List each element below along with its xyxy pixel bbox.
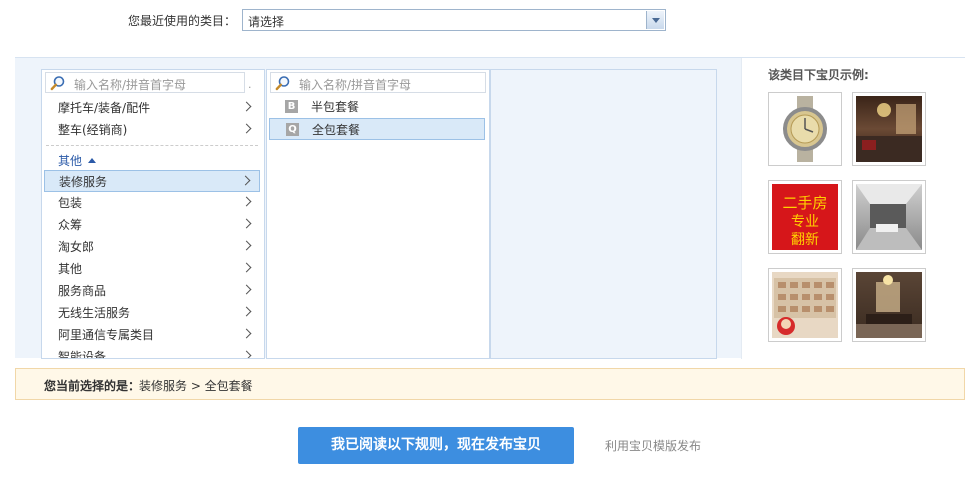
- subcategory-item[interactable]: B 半包套餐: [269, 96, 485, 118]
- chevron-right-icon: [241, 306, 252, 317]
- chevron-right-icon: [240, 175, 251, 186]
- recent-category-select[interactable]: 请选择: [242, 9, 666, 31]
- subcategory-item-label: 半包套餐: [311, 100, 360, 114]
- category-item-label: 阿里通信专属类目: [58, 328, 155, 342]
- current-selection-bar: 您当前选择的是： 装修服务 > 全包套餐: [15, 368, 965, 400]
- category-search-1[interactable]: 输入名称/拼音首字母: [45, 72, 245, 93]
- category-item[interactable]: 众筹: [44, 214, 260, 236]
- category-item-label: 整车(经销商): [58, 123, 128, 137]
- category-item-label: 众筹: [58, 218, 83, 232]
- category-item-label: 智能设备: [58, 350, 107, 359]
- renovation-ad-image: 二手房 专业 翻新: [772, 184, 838, 250]
- examples-panel: 该类目下宝贝示例: 二手房 专业 翻新: [741, 58, 965, 359]
- svg-text:二手房: 二手房: [782, 194, 827, 212]
- category-item[interactable]: 摩托车/装备/配件: [44, 97, 260, 119]
- example-thumbnail-watch[interactable]: [768, 92, 842, 166]
- example-thumbnail-ad[interactable]: 二手房 专业 翻新: [768, 180, 842, 254]
- category-item-label: 淘女郎: [58, 240, 95, 254]
- search-placeholder: 输入名称/拼音首字母: [299, 78, 412, 92]
- svg-text:专业: 专业: [791, 214, 819, 230]
- search-icon: [275, 76, 290, 91]
- examples-title: 该类目下宝贝示例:: [768, 68, 869, 82]
- category-item[interactable]: 阿里通信专属类目: [44, 324, 260, 346]
- subcategory-item-selected[interactable]: Q 全包套餐: [269, 118, 485, 140]
- example-thumbnail-showroom[interactable]: [768, 268, 842, 342]
- showroom-image: [772, 272, 838, 338]
- chevron-right-icon: [241, 101, 252, 112]
- category-column-3: [490, 69, 717, 359]
- publish-button[interactable]: 我已阅读以下规则，现在发布宝贝: [298, 427, 574, 464]
- category-column-2: 输入名称/拼音首字母 B 半包套餐 Q 全包套餐: [266, 69, 490, 359]
- svg-text:翻新: 翻新: [791, 232, 819, 248]
- category-column-1: 输入名称/拼音首字母 . 摩托车/装备/配件 整车(经销商) 其他 装修服务 包…: [41, 69, 265, 359]
- search-placeholder: 输入名称/拼音首字母: [74, 78, 187, 92]
- scroll-indicator: .: [248, 78, 252, 91]
- search-icon: [50, 76, 65, 91]
- subcategory-item-label: 全包套餐: [312, 123, 361, 137]
- divider: [46, 145, 258, 146]
- chevron-down-icon[interactable]: [646, 11, 664, 29]
- recent-category-value: 请选择: [248, 15, 285, 29]
- interior-image: [856, 96, 922, 162]
- category-selector: 输入名称/拼音首字母 . 摩托车/装备/配件 整车(经销商) 其他 装修服务 包…: [15, 57, 965, 359]
- chevron-right-icon: [241, 328, 252, 339]
- category-item-label: 其他: [58, 262, 83, 276]
- category-item[interactable]: 包装: [44, 192, 260, 214]
- chevron-right-icon: [241, 123, 252, 134]
- watch-image: [772, 96, 838, 162]
- category-item[interactable]: 服务商品: [44, 280, 260, 302]
- chevron-right-icon: [241, 262, 252, 273]
- category-item[interactable]: 淘女郎: [44, 236, 260, 258]
- other-group-toggle[interactable]: 其他: [58, 152, 97, 169]
- chevron-right-icon: [241, 196, 252, 207]
- category-item-label: 装修服务: [59, 175, 108, 189]
- category-search-2[interactable]: 输入名称/拼音首字母: [270, 72, 486, 93]
- chevron-right-icon: [241, 218, 252, 229]
- category-item-label: 包装: [58, 196, 83, 210]
- category-item-label: 摩托车/装备/配件: [58, 101, 151, 115]
- recent-category-label: 您最近使用的类目：: [128, 14, 237, 28]
- current-selection-path: 装修服务 > 全包套餐: [139, 379, 253, 393]
- interior-image: [856, 184, 922, 250]
- caret-up-icon: [88, 158, 97, 163]
- interior-image: [856, 272, 922, 338]
- category-item[interactable]: 整车(经销商): [44, 119, 260, 141]
- example-thumbnail-interior-3[interactable]: [852, 268, 926, 342]
- category-item[interactable]: 智能设备: [44, 346, 260, 359]
- template-publish-link[interactable]: 利用宝贝模版发布: [605, 437, 701, 454]
- category-item-selected[interactable]: 装修服务: [44, 170, 260, 192]
- category-item[interactable]: 其他: [44, 258, 260, 280]
- category-item-label: 无线生活服务: [58, 306, 131, 320]
- example-thumbnail-interior-2[interactable]: [852, 180, 926, 254]
- category-item[interactable]: 无线生活服务: [44, 302, 260, 324]
- chevron-right-icon: [241, 350, 252, 358]
- chevron-right-icon: [241, 240, 252, 251]
- current-selection-label: 您当前选择的是：: [44, 379, 141, 393]
- example-thumbnail-interior-1[interactable]: [852, 92, 926, 166]
- index-letter-badge: Q: [286, 123, 299, 136]
- index-letter-badge: B: [285, 100, 298, 113]
- other-group-label: 其他: [58, 154, 83, 168]
- chevron-right-icon: [241, 284, 252, 295]
- category-item-label: 服务商品: [58, 284, 107, 298]
